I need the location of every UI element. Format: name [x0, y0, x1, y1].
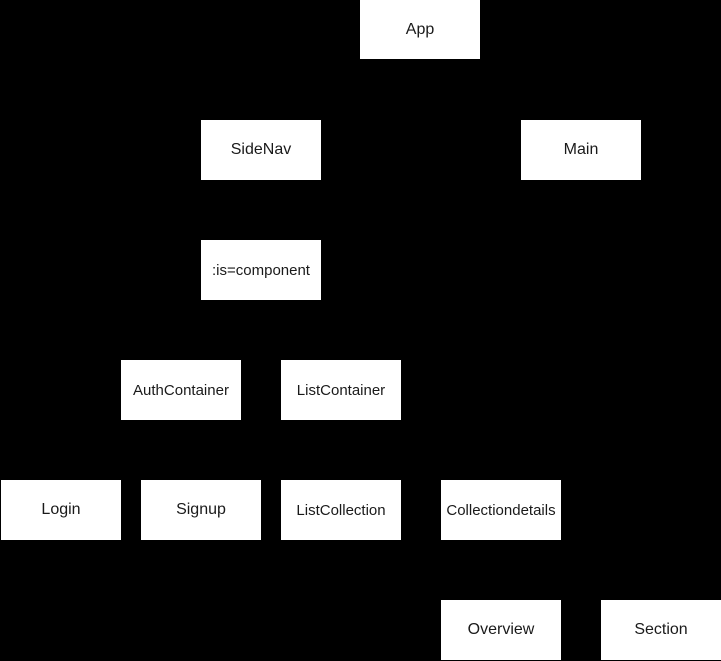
node-section[interactable]: Section	[601, 600, 721, 660]
node-label-main: Main	[563, 141, 599, 158]
node-is-component[interactable]: :is=component	[201, 240, 321, 300]
node-login[interactable]: Login	[1, 480, 121, 540]
node-label-listcollection: ListCollection	[296, 501, 386, 519]
node-label-collectiondetails: Collectiondetails	[446, 501, 556, 519]
node-label-listcontainer: ListContainer	[296, 381, 386, 399]
node-overview[interactable]: Overview	[441, 600, 561, 660]
component-hierarchy-diagram: App SideNav Main :is=component AuthContainer…	[0, 0, 721, 661]
node-label-overview: Overview	[467, 621, 535, 638]
node-listcollection[interactable]: ListCollection	[281, 480, 401, 540]
node-authcontainer[interactable]: AuthContainer	[121, 360, 241, 420]
node-label-section: Section	[634, 621, 688, 638]
node-label-signup: Signup	[176, 501, 226, 518]
node-main[interactable]: Main	[521, 120, 641, 180]
node-label-login: Login	[41, 501, 81, 518]
node-label-sidenav: SideNav	[230, 141, 292, 158]
node-sidenav[interactable]: SideNav	[201, 120, 321, 180]
node-label-is-component: :is=component	[212, 261, 310, 279]
node-signup[interactable]: Signup	[141, 480, 261, 540]
node-listcontainer[interactable]: ListContainer	[281, 360, 401, 420]
node-label-app: App	[405, 20, 435, 38]
node-collectiondetails[interactable]: Collectiondetails	[441, 480, 561, 540]
node-app[interactable]: App	[360, 0, 480, 59]
node-label-authcontainer: AuthContainer	[133, 381, 229, 399]
